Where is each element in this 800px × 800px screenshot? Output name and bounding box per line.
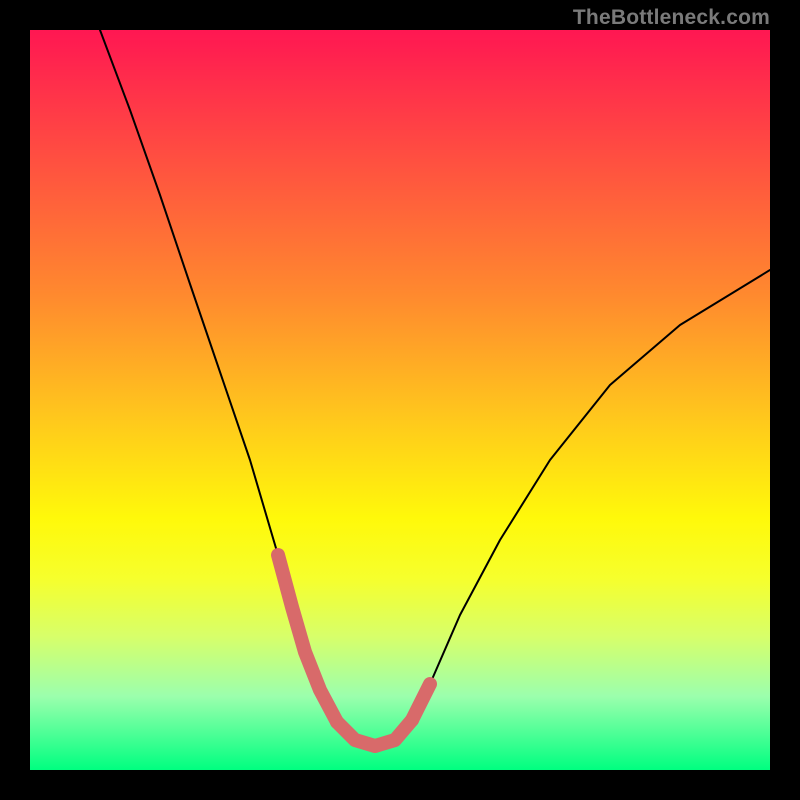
watermark-text: TheBottleneck.com	[573, 6, 770, 30]
right-highlight	[412, 684, 430, 720]
bottleneck-curve	[100, 30, 770, 746]
chart-svg	[30, 30, 770, 770]
bottom-highlight	[337, 720, 412, 746]
left-highlight	[278, 555, 337, 722]
bottleneck-chart	[30, 30, 770, 770]
